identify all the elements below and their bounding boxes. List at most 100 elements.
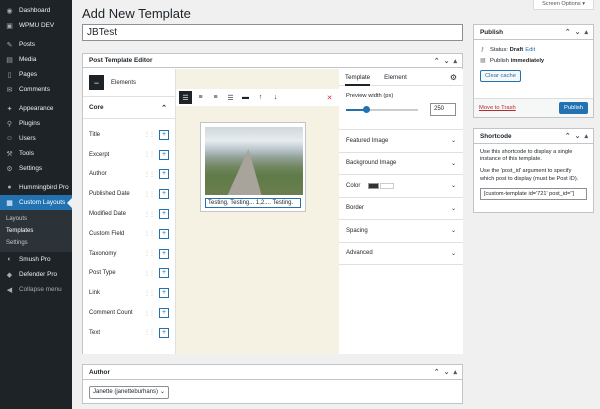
sidebar-item-tools[interactable]: ⚒ Tools [0, 146, 72, 161]
template-canvas[interactable]: ☰ ≡ ≡ ☰ ▬ ↑ ↓ ✕ Testing, Testing... 1,2.… [176, 69, 339, 354]
add-element-button[interactable]: + [159, 248, 169, 259]
drag-handle-icon[interactable]: ⋮⋮ [144, 191, 155, 198]
drag-handle-icon[interactable]: ⋮⋮ [144, 151, 155, 158]
section-label: Featured Image [346, 137, 389, 144]
submenu-item-settings[interactable]: Settings [0, 237, 72, 249]
add-element-button[interactable]: + [159, 129, 169, 140]
remove-icon[interactable]: ✕ [323, 91, 336, 104]
add-element-button[interactable]: + [159, 308, 169, 319]
shortcode-input[interactable]: [custom-template id='721' post_id=''] [480, 187, 587, 200]
shortcode-heading: Shortcode [480, 132, 512, 140]
sidebar-item-plugins[interactable]: ⚲ Plugins [0, 116, 72, 131]
clear-cache-button[interactable]: Clear cache [480, 70, 521, 82]
align-right-icon[interactable]: ≡ [209, 91, 222, 104]
sidebar-item-defender[interactable]: ◆ Defender Pro [0, 267, 72, 282]
preview-width-input[interactable]: 250 [430, 103, 456, 116]
add-element-button[interactable]: + [159, 209, 169, 220]
chevron-up-icon[interactable]: ⌃ [434, 57, 440, 65]
chevron-down-icon[interactable]: ⌄ [575, 28, 581, 36]
triangle-up-icon[interactable]: ▴ [584, 28, 588, 36]
template-title-input[interactable]: JBTest [82, 24, 463, 41]
add-element-button[interactable]: + [159, 327, 169, 338]
drag-handle-icon[interactable]: ⋮⋮ [144, 310, 155, 317]
slider-handle[interactable] [363, 105, 371, 113]
publish-button[interactable]: Publish [558, 102, 588, 114]
drag-handle-icon[interactable]: ⋮⋮ [144, 211, 155, 218]
sidebar-item-custom-layouts[interactable]: ▦ Custom Layouts [0, 195, 72, 210]
sidebar-item-dashboard[interactable]: ◉ Dashboard [0, 3, 72, 18]
drag-handle-icon[interactable]: ⋮⋮ [144, 329, 155, 336]
chevron-down-icon: ⌄ [159, 389, 165, 395]
chevron-down-icon[interactable]: ⌄ [575, 132, 581, 140]
publish-label: Publish [490, 57, 510, 64]
tab-template[interactable]: Template [345, 69, 371, 86]
tab-element[interactable]: Element [384, 69, 407, 86]
add-element-button[interactable]: + [159, 288, 169, 299]
add-element-button[interactable]: + [159, 189, 169, 200]
preview-width-slider[interactable] [346, 105, 418, 113]
add-element-button[interactable]: + [159, 149, 169, 160]
author-select[interactable]: Janette (janetteburhans) ⌄ [89, 386, 169, 399]
sidebar-item-media[interactable]: ▤ Media [0, 52, 72, 67]
drag-handle-icon[interactable]: ⋮⋮ [144, 131, 155, 138]
move-up-icon[interactable]: ↑ [254, 91, 267, 104]
chevron-up-icon[interactable]: ⌃ [434, 368, 440, 376]
submenu-item-layouts[interactable]: Layouts [0, 213, 72, 225]
status-label: Status: [490, 46, 509, 53]
sidebar-item-hummingbird[interactable]: ● Hummingbird Pro [0, 180, 72, 195]
element-label: Title [89, 131, 101, 138]
drag-handle-icon[interactable]: ⋮⋮ [144, 250, 155, 257]
sidebar-item-wpmudev[interactable]: ▣ WPMU DEV [0, 18, 72, 33]
section-border[interactable]: Border ⌄ [339, 198, 463, 220]
edit-status-link[interactable]: Edit [525, 47, 535, 53]
chevron-down-icon[interactable]: ⌄ [444, 57, 450, 65]
triangle-up-icon[interactable]: ▴ [453, 368, 457, 376]
add-element-button[interactable]: + [159, 169, 169, 180]
sidebar-item-pages[interactable]: ▯ Pages [0, 67, 72, 82]
drag-handle-icon[interactable]: ⋮⋮ [144, 171, 155, 178]
core-group-header[interactable]: Core ⌃ [83, 97, 175, 119]
chevron-down-icon[interactable]: ⌄ [444, 368, 450, 376]
drag-handle-icon[interactable]: ⋮⋮ [144, 270, 155, 277]
section-advanced[interactable]: Advanced ⌄ [339, 243, 463, 265]
collapse-elements-button[interactable]: − [89, 75, 104, 90]
gear-icon[interactable]: ⚙ [450, 73, 457, 82]
full-width-icon[interactable]: ▬ [239, 91, 252, 104]
sidebar-item-smush[interactable]: ◐ Smush Pro [0, 252, 72, 267]
section-label: Background Image [346, 160, 397, 167]
screen-options-button[interactable]: Screen Options ▾ [533, 0, 594, 10]
drag-handle-icon[interactable]: ⋮⋮ [144, 230, 155, 237]
align-justify-icon[interactable]: ☰ [224, 91, 237, 104]
add-element-button[interactable]: + [159, 268, 169, 279]
section-spacing[interactable]: Spacing ⌄ [339, 220, 463, 243]
sidebar-item-users[interactable]: ☺ Users [0, 131, 72, 146]
submenu-item-templates[interactable]: Templates [0, 225, 72, 237]
appearance-icon: ✦ [6, 105, 13, 113]
chevron-up-icon[interactable]: ⌃ [565, 132, 571, 140]
triangle-up-icon[interactable]: ▴ [584, 132, 588, 140]
text-element[interactable]: Testing, Testing... 1,2.... Testing. [205, 198, 301, 208]
color-swatch-secondary[interactable] [380, 182, 395, 189]
template-preview-card[interactable]: Testing, Testing... 1,2.... Testing. [200, 122, 306, 212]
sidebar-item-comments[interactable]: ✉ Comments [0, 82, 72, 97]
chevron-up-icon[interactable]: ⌃ [565, 28, 571, 36]
sidebar-item-label: Hummingbird Pro [19, 184, 69, 191]
key-icon: ⚷ [480, 47, 485, 53]
section-background-image[interactable]: Background Image ⌄ [339, 153, 463, 175]
section-featured-image[interactable]: Featured Image ⌄ [339, 130, 463, 153]
move-down-icon[interactable]: ↓ [269, 91, 282, 104]
align-center-icon[interactable]: ≡ [194, 91, 207, 104]
sidebar-item-settings[interactable]: ⚙ Settings [0, 161, 72, 176]
sidebar-item-collapse[interactable]: ◀ Collapse menu [0, 282, 72, 297]
section-color[interactable]: Color ⌄ [339, 175, 463, 198]
drag-handle-icon[interactable]: ⋮⋮ [144, 290, 155, 297]
triangle-up-icon[interactable]: ▴ [453, 57, 457, 65]
settings-icon: ⚙ [6, 165, 13, 173]
move-to-trash-link[interactable]: Move to Trash [479, 105, 516, 111]
sidebar-item-posts[interactable]: ✎ Posts [0, 37, 72, 52]
add-element-button[interactable]: + [159, 228, 169, 239]
settings-tabs: Template Element ⚙ [339, 69, 463, 86]
align-left-icon[interactable]: ☰ [179, 91, 192, 104]
color-swatch[interactable] [368, 182, 380, 189]
sidebar-item-appearance[interactable]: ✦ Appearance [0, 101, 72, 116]
